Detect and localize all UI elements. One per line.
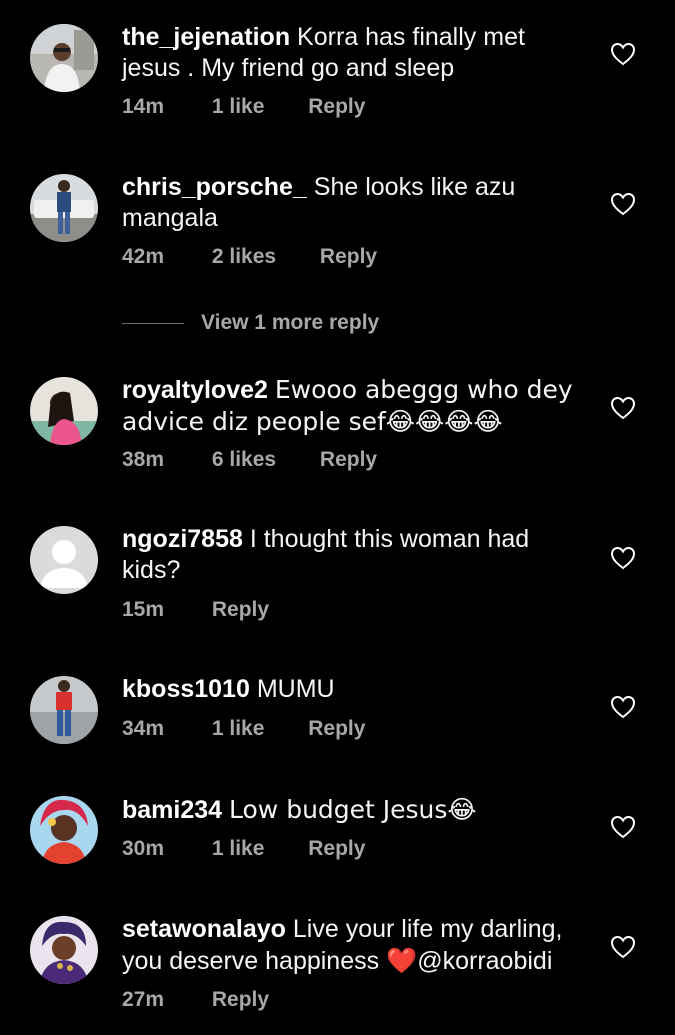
comment-text: royaltylove2 Ewooo abeggg who dey advice… [122,374,582,438]
comment-text: chris_porsche_ She looks like azu mangal… [122,172,582,234]
comment-likes[interactable]: 1 like [212,717,265,741]
reply-button[interactable]: Reply [320,245,377,269]
comment-likes[interactable]: 6 likes [212,448,276,472]
avatar[interactable] [30,676,98,744]
comment-time: 38m [122,448,165,471]
heart-outline-icon[interactable] [610,695,636,719]
comment-meta: 42m 2 likes Reply [122,245,377,269]
divider [122,322,184,324]
heart-outline-icon[interactable] [610,815,636,839]
reply-button[interactable]: Reply [308,95,365,119]
comment-username[interactable]: royaltylove2 [122,376,268,404]
heart-outline-icon[interactable] [610,935,636,959]
comment-likes[interactable]: 1 like [212,837,265,861]
comment-meta: 15m Reply [122,598,269,622]
comment-meta: 38m 6 likes Reply [122,448,377,472]
reply-button[interactable]: Reply [212,988,269,1012]
comment-likes[interactable]: 1 like [212,95,265,119]
comment-text: kboss1010 MUMU [122,674,582,705]
comment-username[interactable]: setawonalayo [122,915,286,943]
comment-username[interactable]: kboss1010 [122,675,250,703]
comment-body: MUMU [256,675,335,703]
comment-time: 14m [122,95,165,118]
reply-button[interactable]: Reply [308,717,365,741]
comment-text: the_jejenation Korra has finally met jes… [122,22,582,84]
default-avatar-icon[interactable] [30,526,98,594]
avatar[interactable] [30,24,98,92]
avatar[interactable] [30,377,98,445]
comment-time: 42m [122,245,165,268]
avatar[interactable] [30,796,98,864]
mention-link[interactable]: @korraobidi [417,947,552,975]
comment-username[interactable]: ngozi7858 [122,525,243,553]
comment-meta: 27m Reply [122,988,269,1012]
comment-likes[interactable]: 2 likes [212,245,276,269]
view-more-replies-label[interactable]: View 1 more reply [201,311,379,335]
comment-time: 27m [122,988,165,1011]
avatar[interactable] [30,916,98,984]
reply-button[interactable]: Reply [212,598,269,622]
comment-meta: 30m 1 like Reply [122,837,365,861]
comment-text: ngozi7858 I thought this woman had kids? [122,524,582,586]
heart-outline-icon[interactable] [610,546,636,570]
comment-body: Low budget Jesus😂 [229,795,477,824]
red-heart-emoji: ❤️ [386,946,418,975]
view-more-replies[interactable]: View 1 more reply [122,308,379,338]
comment-time: 30m [122,837,165,860]
heart-outline-icon[interactable] [610,396,636,420]
comment-username[interactable]: chris_porsche_ [122,173,307,201]
comment-text: setawonalayo Live your life my darling, … [122,914,582,977]
heart-outline-icon[interactable] [610,192,636,216]
avatar[interactable] [30,174,98,242]
comment-username[interactable]: bami234 [122,796,222,824]
comment-time: 15m [122,598,165,621]
heart-outline-icon[interactable] [610,42,636,66]
comment-meta: 34m 1 like Reply [122,717,365,741]
comment-meta: 14m 1 like Reply [122,95,365,119]
reply-button[interactable]: Reply [320,448,377,472]
comment-text: bami234 Low budget Jesus😂 [122,794,582,826]
reply-button[interactable]: Reply [308,837,365,861]
comment-time: 34m [122,717,165,740]
comment-username[interactable]: the_jejenation [122,23,290,51]
